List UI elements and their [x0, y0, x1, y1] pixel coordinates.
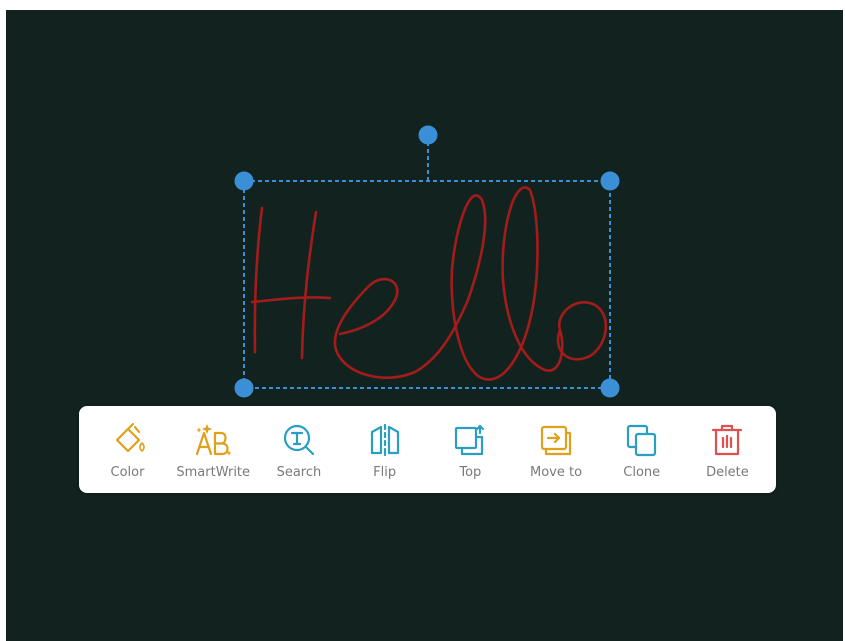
color-label: Color	[110, 465, 145, 480]
ink-layer	[234, 125, 620, 398]
flip-button[interactable]: Flip	[342, 406, 427, 493]
selection-toolbar: Color SmartWrite Search Flip Top Move to…	[79, 406, 776, 493]
top-button[interactable]: Top	[428, 406, 513, 493]
clone-icon	[622, 420, 662, 460]
color-button[interactable]: Color	[85, 406, 170, 493]
resize-handle-bottom-right[interactable]	[600, 378, 620, 398]
resize-handle-bottom-left[interactable]	[234, 378, 254, 398]
resize-handle-top-right[interactable]	[600, 171, 620, 191]
move-to-button[interactable]: Move to	[514, 406, 599, 493]
flip-label: Flip	[373, 465, 397, 480]
selection-border	[243, 180, 611, 389]
smartwrite-button[interactable]: SmartWrite	[171, 406, 256, 493]
search-label: Search	[276, 465, 322, 480]
resize-handle-top-left[interactable]	[234, 171, 254, 191]
search-button[interactable]: Search	[256, 406, 341, 493]
flip-icon	[365, 420, 405, 460]
trash-icon	[707, 420, 747, 460]
move-to-label: Move to	[529, 465, 583, 480]
rotate-handle[interactable]	[418, 125, 438, 145]
delete-button[interactable]: Delete	[685, 406, 770, 493]
smartwrite-label: SmartWrite	[176, 465, 251, 480]
text-search-icon	[279, 420, 319, 460]
delete-label: Delete	[706, 465, 749, 480]
smartwrite-ab-icon	[193, 420, 233, 460]
clone-button[interactable]: Clone	[599, 406, 684, 493]
clone-label: Clone	[623, 465, 661, 480]
top-label: Top	[459, 465, 482, 480]
bring-to-top-icon	[450, 420, 490, 460]
paint-bucket-icon	[108, 420, 148, 460]
handwriting-hello[interactable]	[250, 186, 608, 381]
move-to-icon	[536, 420, 576, 460]
